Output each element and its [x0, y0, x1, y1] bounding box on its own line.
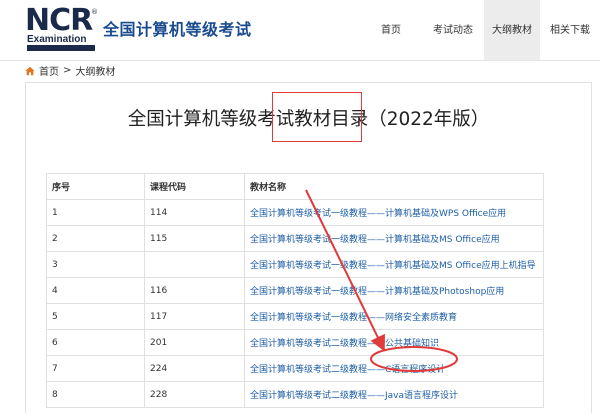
textbook-link[interactable]: 全国计算机等级考试二级教程——Java语言程序设计	[244, 381, 544, 408]
logo-registered-mark: ®	[91, 8, 98, 16]
breadcrumb-current[interactable]: 大纲教材	[75, 63, 115, 78]
ncre-logo[interactable]: NCR ® Examination	[25, 3, 98, 52]
header-serial: 序号	[46, 173, 145, 200]
table-row: 6 201 全国计算机等级考试二级教程——公共基础知识	[46, 329, 544, 356]
cell-serial: 3	[46, 251, 145, 278]
textbook-link[interactable]: 全国计算机等级考试一级教程——计算机基础及Photoshop应用	[244, 277, 544, 304]
textbook-table: 序号 课程代码 教材名称 1 114 全国计算机等级考试一级教程——计算机基础及…	[46, 173, 544, 408]
header-course-code: 课程代码	[144, 173, 245, 200]
textbook-link-c-programming[interactable]: 全国计算机等级考试二级教程——C语言程序设计	[244, 355, 544, 382]
cell-serial: 4	[46, 277, 145, 304]
table-row: 8 228 全国计算机等级考试二级教程——Java语言程序设计	[46, 381, 544, 408]
textbook-link[interactable]: 全国计算机等级考试一级教程——网络安全素质教育	[244, 303, 544, 330]
cell-course-code: 115	[144, 225, 245, 252]
cell-serial: 2	[46, 225, 145, 252]
cell-serial: 7	[46, 355, 145, 382]
table-header-row: 序号 课程代码 教材名称	[46, 173, 544, 200]
nav-syllabus-textbooks[interactable]: 大纲教材	[484, 0, 540, 60]
cell-serial: 8	[46, 381, 145, 408]
logo-subtitle: Examination	[27, 34, 87, 45]
table-row: 5 117 全国计算机等级考试一级教程——网络安全素质教育	[46, 303, 544, 330]
cell-course-code: 117	[144, 303, 245, 330]
site-title[interactable]: 全国计算机等级考试	[103, 16, 252, 40]
cell-course-code: 228	[144, 381, 245, 408]
textbook-link[interactable]: 全国计算机等级考试二级教程——公共基础知识	[244, 329, 544, 356]
nav-exam-news[interactable]: 考试动态	[422, 0, 484, 60]
home-icon	[25, 66, 35, 75]
table-row: 4 116 全国计算机等级考试一级教程——计算机基础及Photoshop应用	[46, 277, 544, 304]
cell-serial: 5	[46, 303, 145, 330]
main-nav: 首页 考试动态 大纲教材 相关下载	[360, 0, 600, 60]
cell-course-code: 201	[144, 329, 245, 356]
header-textbook-name: 教材名称	[244, 173, 544, 200]
cell-course-code	[144, 251, 245, 278]
textbook-link[interactable]: 全国计算机等级考试一级教程——计算机基础及WPS Office应用	[244, 199, 544, 226]
breadcrumb-separator: >	[63, 65, 72, 76]
site-header: NCR ® Examination 全国计算机等级考试 首页 考试动态 大纲教材…	[0, 0, 600, 61]
cell-course-code: 116	[144, 277, 245, 304]
table-row: 1 114 全国计算机等级考试一级教程——计算机基础及WPS Office应用	[46, 199, 544, 226]
table-row: 7 224 全国计算机等级考试二级教程——C语言程序设计	[46, 355, 544, 382]
textbook-link[interactable]: 全国计算机等级考试一级教程——计算机基础及MS Office应用上机指导	[244, 251, 544, 278]
textbook-link[interactable]: 全国计算机等级考试一级教程——计算机基础及MS Office应用	[244, 225, 544, 252]
nav-home[interactable]: 首页	[360, 0, 422, 60]
cell-course-code: 224	[144, 355, 245, 382]
breadcrumb: 首页 > 大纲教材	[25, 63, 115, 78]
table-row: 3 全国计算机等级考试一级教程——计算机基础及MS Office应用上机指导	[46, 251, 544, 278]
page-title: 全国计算机等级考试教材目录（2022年版）	[127, 109, 490, 130]
breadcrumb-home[interactable]: 首页	[39, 63, 59, 78]
cell-serial: 1	[46, 199, 145, 226]
table-row: 2 115 全国计算机等级考试一级教程——计算机基础及MS Office应用	[46, 225, 544, 252]
nav-downloads[interactable]: 相关下载	[540, 0, 600, 60]
logo-strip	[27, 45, 95, 51]
cell-course-code: 114	[144, 199, 245, 226]
cell-serial: 6	[46, 329, 145, 356]
logo-mark: NCR	[25, 3, 93, 38]
